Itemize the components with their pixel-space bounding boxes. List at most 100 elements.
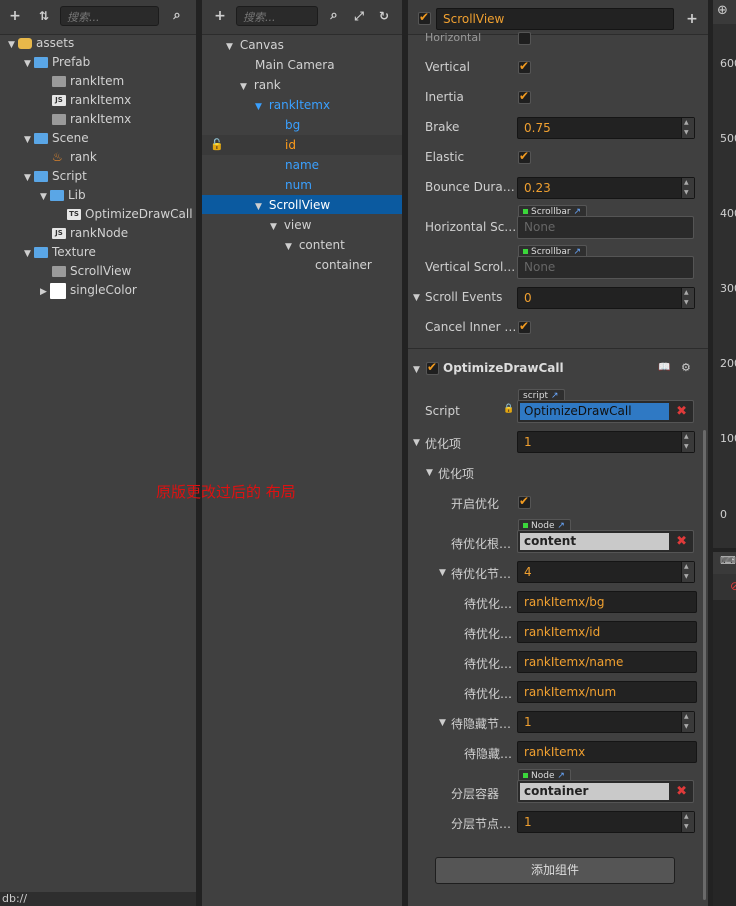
node-bg[interactable]: bg bbox=[285, 115, 300, 135]
add-icon[interactable]: + bbox=[212, 8, 228, 24]
tree-item-rank[interactable]: ♨ rank bbox=[52, 148, 97, 167]
node-num[interactable]: num bbox=[285, 175, 312, 195]
expand-arrow-icon[interactable]: ▼ bbox=[226, 37, 236, 57]
inertia-checkbox[interactable] bbox=[518, 89, 531, 104]
scroll-events-input[interactable]: 0 bbox=[517, 287, 695, 309]
tree-item-scrollview[interactable]: ScrollView bbox=[52, 262, 131, 281]
expand-arrow-icon[interactable]: ▼ bbox=[8, 36, 18, 55]
layer-container-field[interactable]: container ✖ bbox=[517, 780, 694, 803]
tree-item-script[interactable]: ▼ Script bbox=[24, 167, 87, 186]
assets-search-input[interactable]: 搜索... bbox=[60, 6, 159, 26]
node-active-checkbox[interactable] bbox=[418, 10, 431, 25]
search-icon[interactable]: ⌕ bbox=[326, 8, 342, 24]
stepper-icon[interactable] bbox=[681, 432, 694, 452]
opt-root-field[interactable]: content ✖ bbox=[517, 530, 694, 553]
opt-item-input[interactable]: rankItemx/name bbox=[517, 651, 697, 673]
expand-arrow-icon[interactable]: ▼ bbox=[24, 55, 34, 74]
expand-arrow-icon[interactable]: ▼ bbox=[40, 188, 50, 207]
folder-icon bbox=[34, 133, 48, 144]
gear-icon[interactable]: ⚙ bbox=[681, 361, 691, 374]
add-icon[interactable]: + bbox=[684, 11, 700, 27]
node-content[interactable]: ▼ content bbox=[285, 235, 345, 255]
stepper-icon[interactable] bbox=[681, 812, 694, 832]
expand-arrow-icon[interactable]: ▼ bbox=[255, 97, 265, 117]
node-view[interactable]: ▼ view bbox=[270, 215, 311, 235]
expand-arrow-icon[interactable]: ▼ bbox=[270, 217, 280, 237]
stepper-icon[interactable] bbox=[681, 712, 694, 732]
stepper-icon[interactable] bbox=[681, 288, 694, 308]
sort-icon[interactable]: ⇅ bbox=[36, 8, 52, 24]
tree-item-scene[interactable]: ▼ Scene bbox=[24, 129, 89, 148]
collapse-arrow-icon[interactable]: ▶ bbox=[40, 283, 50, 302]
tree-item-optimizedrawcall[interactable]: TS OptimizeDrawCall bbox=[67, 205, 193, 224]
node-canvas[interactable]: ▼ Canvas bbox=[226, 35, 284, 55]
stepper-icon[interactable] bbox=[681, 118, 694, 138]
expand-arrow-icon[interactable]: ▼ bbox=[413, 293, 420, 303]
tree-item-singlecolor[interactable]: ▶ singleColor bbox=[40, 281, 137, 300]
clear-icon[interactable]: ✖ bbox=[676, 783, 687, 800]
opt-item-input[interactable]: rankItemx/bg bbox=[517, 591, 697, 613]
node-rankitemx[interactable]: ▼ rankItemx bbox=[255, 95, 330, 115]
expand-arrow-icon[interactable]: ▼ bbox=[255, 197, 265, 217]
hide-nodes-count-input[interactable]: 1 bbox=[517, 711, 695, 733]
opt-item-input[interactable]: rankItemx/id bbox=[517, 621, 697, 643]
add-component-button[interactable]: 添加组件 bbox=[435, 857, 675, 884]
error-icon[interactable]: ⊘ bbox=[730, 579, 736, 593]
brake-input[interactable]: 0.75 bbox=[517, 117, 695, 139]
refresh-icon[interactable]: ↻ bbox=[376, 8, 392, 24]
help-book-icon[interactable]: 📖 bbox=[658, 362, 670, 373]
search-icon[interactable]: ⌕ bbox=[169, 8, 185, 24]
clear-icon[interactable]: ✖ bbox=[676, 403, 687, 420]
vertical-scrollbar-field[interactable]: None bbox=[517, 256, 694, 279]
tree-item-texture[interactable]: ▼ Texture bbox=[24, 243, 96, 262]
expand-arrow-icon[interactable]: ▼ bbox=[24, 169, 34, 188]
horizontal-checkbox[interactable] bbox=[518, 32, 531, 45]
node-container[interactable]: container bbox=[315, 255, 372, 275]
node-main-camera[interactable]: Main Camera bbox=[255, 55, 335, 75]
layer-nodes-input[interactable]: 1 bbox=[517, 811, 695, 833]
elastic-checkbox[interactable] bbox=[518, 149, 531, 164]
node-name-input[interactable]: ScrollView bbox=[436, 8, 674, 30]
enable-opt-checkbox[interactable] bbox=[518, 494, 531, 509]
cancel-inner-checkbox[interactable] bbox=[518, 319, 531, 334]
node-scrollview[interactable]: ▼ ScrollView bbox=[255, 195, 330, 215]
opt-items-input[interactable]: 1 bbox=[517, 431, 695, 453]
node-rank[interactable]: ▼ rank bbox=[240, 75, 281, 95]
expand-arrow-icon[interactable]: ▼ bbox=[426, 468, 433, 478]
tree-item-lib[interactable]: ▼ Lib bbox=[40, 186, 86, 205]
hierarchy-search-input[interactable]: 搜索... bbox=[236, 6, 318, 26]
stepper-icon[interactable] bbox=[681, 562, 694, 582]
expand-arrow-icon[interactable]: ▼ bbox=[24, 245, 34, 264]
tree-item-rankitemx-prefab[interactable]: rankItemx bbox=[52, 110, 131, 129]
opt-item-input[interactable]: rankItemx/num bbox=[517, 681, 697, 703]
tree-item-rankitem[interactable]: rankItem bbox=[52, 72, 124, 91]
expand-arrow-icon[interactable]: ▼ bbox=[285, 237, 295, 257]
opt-nodes-count-input[interactable]: 4 bbox=[517, 561, 695, 583]
node-id[interactable]: id bbox=[285, 135, 296, 155]
component-enabled-checkbox[interactable] bbox=[426, 360, 439, 375]
expand-arrow-icon[interactable]: ▼ bbox=[413, 438, 420, 448]
zoom-in-icon[interactable]: ⊕ bbox=[717, 3, 728, 18]
console-icon[interactable]: ⌨ bbox=[720, 554, 736, 567]
expand-arrow-icon[interactable]: ▼ bbox=[413, 365, 420, 375]
add-icon[interactable]: + bbox=[7, 8, 23, 24]
script-field[interactable]: OptimizeDrawCall ✖ bbox=[517, 400, 694, 423]
lock-icon[interactable]: 🔓 bbox=[210, 135, 224, 155]
tree-item-rankitemx-js[interactable]: JS rankItemx bbox=[52, 91, 131, 110]
horizontal-scrollbar-field[interactable]: None bbox=[517, 216, 694, 239]
stepper-icon[interactable] bbox=[681, 178, 694, 198]
expand-arrow-icon[interactable]: ▼ bbox=[24, 131, 34, 150]
node-name[interactable]: name bbox=[285, 155, 319, 175]
vertical-checkbox[interactable] bbox=[518, 59, 531, 74]
clear-icon[interactable]: ✖ bbox=[676, 533, 687, 550]
expand-all-icon[interactable]: ⤢ bbox=[351, 8, 367, 24]
hide-item-input[interactable]: rankItemx bbox=[517, 741, 697, 763]
bounce-duration-input[interactable]: 0.23 bbox=[517, 177, 695, 199]
tree-item-assets[interactable]: ▼ assets bbox=[8, 34, 74, 53]
tree-item-prefab[interactable]: ▼ Prefab bbox=[24, 53, 90, 72]
inspector-scrollbar[interactable] bbox=[703, 430, 706, 900]
expand-arrow-icon[interactable]: ▼ bbox=[439, 718, 446, 728]
expand-arrow-icon[interactable]: ▼ bbox=[439, 568, 446, 578]
tree-item-ranknode[interactable]: JS rankNode bbox=[52, 224, 128, 243]
expand-arrow-icon[interactable]: ▼ bbox=[240, 77, 250, 97]
